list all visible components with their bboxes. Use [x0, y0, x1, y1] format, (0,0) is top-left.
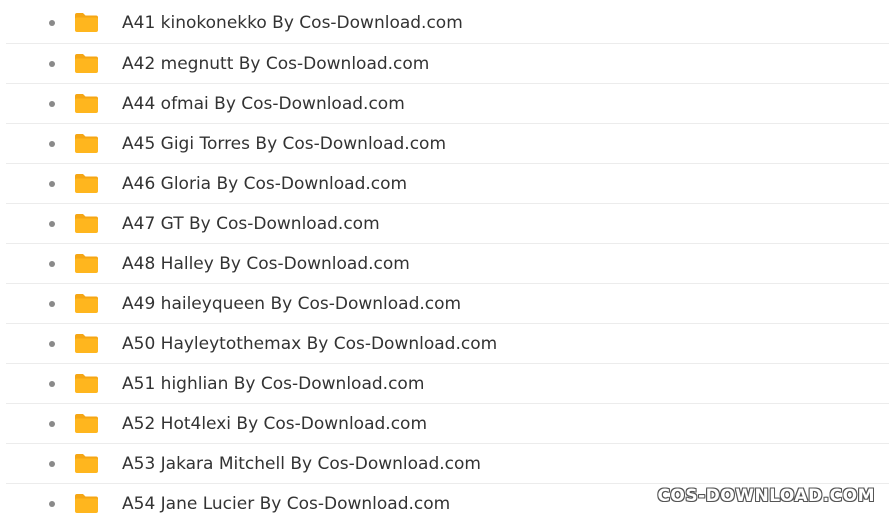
- folder-name: A48 Halley By Cos-Download.com: [122, 254, 410, 274]
- folder-name: A46 Gloria By Cos-Download.com: [122, 174, 408, 194]
- bullet-icon: [49, 421, 55, 427]
- folder-name: A54 Jane Lucier By Cos-Download.com: [122, 494, 451, 514]
- folder-name: A49 haileyqueen By Cos-Download.com: [122, 294, 462, 314]
- bullet-icon: [49, 20, 55, 26]
- list-item[interactable]: A48 Halley By Cos-Download.com: [6, 243, 889, 283]
- folder-icon: [75, 374, 98, 393]
- bullet-icon: [49, 301, 55, 307]
- folder-name: A53 Jakara Mitchell By Cos-Download.com: [122, 454, 481, 474]
- folder-icon: [75, 174, 98, 193]
- folder-name: A45 Gigi Torres By Cos-Download.com: [122, 134, 447, 154]
- folder-icon: [75, 494, 98, 513]
- watermark: COS-DOWNLOAD.COM: [657, 486, 875, 506]
- folder-icon: [75, 254, 98, 273]
- folder-icon: [75, 13, 98, 32]
- bullet-icon: [49, 341, 55, 347]
- folder-icon: [75, 54, 98, 73]
- folder-icon: [75, 334, 98, 353]
- bullet-icon: [49, 61, 55, 67]
- list-item[interactable]: A50 Hayleytothemax By Cos-Download.com: [6, 323, 889, 363]
- folder-name: A52 Hot4lexi By Cos-Download.com: [122, 414, 428, 434]
- list-item[interactable]: A44 ofmai By Cos-Download.com: [6, 83, 889, 123]
- folder-name: A42 megnutt By Cos-Download.com: [122, 54, 430, 74]
- bullet-icon: [49, 181, 55, 187]
- folder-name: A47 GT By Cos-Download.com: [122, 214, 380, 234]
- bullet-icon: [49, 101, 55, 107]
- folder-icon: [75, 414, 98, 433]
- list-item[interactable]: A49 haileyqueen By Cos-Download.com: [6, 283, 889, 323]
- list-item[interactable]: A45 Gigi Torres By Cos-Download.com: [6, 123, 889, 163]
- list-item[interactable]: A42 megnutt By Cos-Download.com: [6, 43, 889, 83]
- folder-name: A41 kinokonekko By Cos-Download.com: [122, 13, 463, 33]
- folder-icon: [75, 454, 98, 473]
- folder-name: A44 ofmai By Cos-Download.com: [122, 94, 405, 114]
- bullet-icon: [49, 141, 55, 147]
- list-item[interactable]: A52 Hot4lexi By Cos-Download.com: [6, 403, 889, 443]
- bullet-icon: [49, 261, 55, 267]
- bullet-icon: [49, 461, 55, 467]
- bullet-icon: [49, 221, 55, 227]
- list-item[interactable]: A46 Gloria By Cos-Download.com: [6, 163, 889, 203]
- list-item[interactable]: A53 Jakara Mitchell By Cos-Download.com: [6, 443, 889, 483]
- bullet-icon: [49, 501, 55, 507]
- folder-icon: [75, 294, 98, 313]
- folder-name: A51 highlian By Cos-Download.com: [122, 374, 425, 394]
- file-list: A41 kinokonekko By Cos-Download.com A42 …: [0, 0, 889, 520]
- list-item[interactable]: A41 kinokonekko By Cos-Download.com: [6, 3, 889, 43]
- folder-name: A50 Hayleytothemax By Cos-Download.com: [122, 334, 498, 354]
- folder-icon: [75, 94, 98, 113]
- list-item[interactable]: A51 highlian By Cos-Download.com: [6, 363, 889, 403]
- folder-icon: [75, 214, 98, 233]
- bullet-icon: [49, 381, 55, 387]
- list-item[interactable]: A47 GT By Cos-Download.com: [6, 203, 889, 243]
- folder-icon: [75, 134, 98, 153]
